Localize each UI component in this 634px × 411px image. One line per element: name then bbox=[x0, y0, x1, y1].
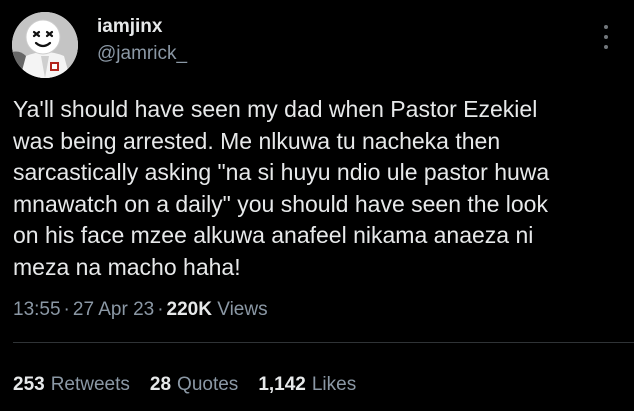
meta-separator: · bbox=[63, 299, 70, 320]
more-dot bbox=[604, 35, 608, 39]
more-options-icon[interactable] bbox=[598, 22, 614, 52]
tweet-time[interactable]: 13:55 bbox=[13, 299, 61, 320]
divider bbox=[13, 342, 634, 343]
more-dot bbox=[604, 25, 608, 29]
retweets-label: Retweets bbox=[50, 374, 130, 395]
retweets-count: 253 bbox=[13, 374, 45, 395]
views-label: Views bbox=[217, 299, 268, 320]
quotes-count: 28 bbox=[149, 374, 172, 395]
more-dot bbox=[604, 45, 608, 49]
likes-stat[interactable]: 1,142 Likes bbox=[258, 374, 356, 396]
quotes-stat[interactable]: 28 Quotes bbox=[150, 374, 238, 396]
tweet-card: iamjinx @jamrick_ Ya'll should have seen… bbox=[0, 0, 634, 411]
tweet-text-line: sarcastically asking "na si huyu ndio ul… bbox=[13, 159, 550, 185]
display-name[interactable]: iamjinx bbox=[97, 16, 162, 38]
quotes-label: Quotes bbox=[177, 374, 239, 395]
tweet-text-line: meza na macho haha! bbox=[13, 253, 241, 280]
likes-count: 1,142 bbox=[258, 374, 306, 395]
tweet-text-line: was being arrested. Me nlkuwa tu nacheka… bbox=[13, 127, 501, 154]
tweet-date[interactable]: 27 Apr 23 bbox=[73, 299, 154, 320]
engagement-stats: 253 Retweets 28 Quotes 1,142 Likes bbox=[13, 374, 356, 396]
retweets-stat[interactable]: 253 Retweets bbox=[13, 374, 130, 396]
views-count: 220K bbox=[166, 299, 212, 320]
user-handle[interactable]: @jamrick_ bbox=[97, 43, 187, 65]
tweet-meta: 13:55 · 27 Apr 23 · 220K Views bbox=[13, 299, 268, 321]
tweet-text-line: Ya'll should have seen my dad when Pasto… bbox=[13, 96, 538, 122]
meta-separator: · bbox=[157, 299, 164, 320]
tweet-text: Ya'll should have seen my dad when Pasto… bbox=[13, 94, 625, 283]
avatar[interactable] bbox=[12, 12, 78, 78]
tweet-text-line: mnawatch on a daily" you should have see… bbox=[13, 190, 548, 217]
tweet-text-line: on his face mzee alkuwa anafeel nikama a… bbox=[13, 222, 534, 248]
likes-label: Likes bbox=[311, 374, 357, 395]
marshmello-avatar-icon bbox=[12, 12, 78, 78]
